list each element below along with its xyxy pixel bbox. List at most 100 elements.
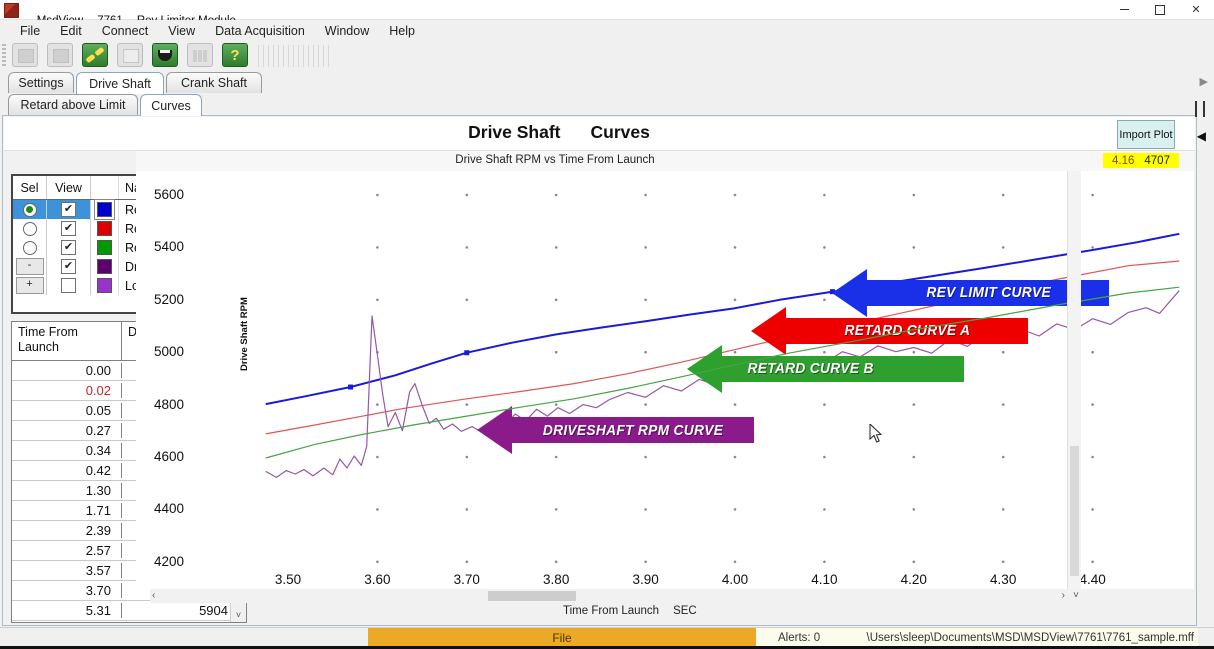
cell-time[interactable]: 3.70 <box>12 583 122 598</box>
menu-edit[interactable]: Edit <box>50 22 92 40</box>
cell-time[interactable]: 0.00 <box>12 363 122 378</box>
help-icon: ? <box>223 44 247 66</box>
menu-view[interactable]: View <box>158 22 205 40</box>
chart-icon <box>13 44 37 66</box>
subtab-curves[interactable]: Curves <box>140 94 202 116</box>
cell-time[interactable]: 2.57 <box>12 543 122 558</box>
checkbox-checked-icon[interactable]: ✔ <box>61 221 76 236</box>
legend-view-cell[interactable]: ✔ <box>47 238 91 257</box>
menu-data-acquisition[interactable]: Data Acquisition <box>205 22 315 40</box>
window-icon <box>118 44 142 66</box>
scroll-right-icon[interactable]: › <box>1062 590 1065 601</box>
legend-view-cell[interactable] <box>47 276 91 295</box>
gauge-button[interactable] <box>152 43 178 67</box>
cell-time[interactable]: 5.31 <box>12 603 122 618</box>
table-row-13[interactable]: 5.315904 <box>12 601 246 621</box>
legend-header-view: View <box>47 176 91 199</box>
curve-retard-curve-b[interactable] <box>266 287 1180 458</box>
cell-time[interactable]: 0.05 <box>12 403 122 418</box>
close-button[interactable]: ✕ <box>1178 0 1214 19</box>
legend-view-cell[interactable]: ✔ <box>47 219 91 238</box>
x-tick-4.30: 4.30 <box>980 572 1026 587</box>
legend-view-cell[interactable]: ✔ <box>47 200 91 219</box>
legend-sel-cell[interactable] <box>13 238 47 257</box>
mouse-cursor <box>869 424 883 444</box>
minimize-icon <box>1120 9 1129 10</box>
tab-settings[interactable]: Settings <box>8 72 74 93</box>
scroll-down-corner-icon[interactable]: ˅ <box>1073 590 1079 601</box>
menu-connect[interactable]: Connect <box>92 22 159 40</box>
v-scrollbar-thumb[interactable] <box>1070 446 1079 576</box>
legend-sel-cell[interactable]: - <box>13 257 47 276</box>
cell-time[interactable]: 0.34 <box>12 443 122 458</box>
legend-color-cell <box>91 238 119 257</box>
cell-rpm[interactable]: 5904 <box>122 603 246 618</box>
scroll-left-icon[interactable]: ‹ <box>152 590 155 601</box>
checkbox-checked-icon[interactable]: ✔ <box>61 202 76 217</box>
legend-sel-cell[interactable] <box>13 200 47 219</box>
panel-splitter-grip[interactable] <box>1195 101 1205 117</box>
toolbar: ? <box>0 41 1214 71</box>
y-tick-5000: 5000 <box>154 344 200 359</box>
grid-icon <box>188 44 212 66</box>
subtab-retard-above-limit[interactable]: Retard above Limit <box>8 94 138 115</box>
menu-help[interactable]: Help <box>379 22 425 40</box>
legend-sel-cell[interactable]: + <box>13 276 47 295</box>
tab-scroll-right-icon[interactable]: ▶ <box>1200 75 1208 88</box>
radio-icon[interactable] <box>23 241 37 255</box>
import-plot-button[interactable]: Import Plot <box>1117 120 1175 149</box>
report-icon <box>48 44 72 66</box>
cell-time[interactable]: 3.57 <box>12 563 122 578</box>
cell-time[interactable]: 1.30 <box>12 483 122 498</box>
toolbar-buttons: ? <box>12 43 248 67</box>
x-tick-4.10: 4.10 <box>801 572 847 587</box>
cursor-readout: 4.16 4707 <box>1103 153 1179 168</box>
menu-file[interactable]: File <box>10 22 50 40</box>
cell-time[interactable]: 0.27 <box>12 423 122 438</box>
scroll-down-icon[interactable]: ˅ <box>231 608 246 622</box>
table-row-14[interactable]: 5.405956 <box>12 621 246 623</box>
curve-color-swatch <box>97 221 112 236</box>
page-title-left: Drive Shaft <box>468 122 560 143</box>
y-tick-4200: 4200 <box>154 554 200 569</box>
checkbox-icon[interactable] <box>61 278 76 293</box>
menu-window[interactable]: Window <box>315 22 379 40</box>
panel-collapse-icon[interactable]: ◀ <box>1197 129 1206 143</box>
title-bar: MsdView7761Rev Limiter Module ✕ <box>0 0 1214 20</box>
cell-time[interactable]: 1.71 <box>12 503 122 518</box>
tab-crank-shaft[interactable]: Crank Shaft <box>166 72 262 93</box>
cell-time[interactable]: 0.02 <box>12 383 122 398</box>
x-tick-3.80: 3.80 <box>533 572 579 587</box>
legend-sel-cell[interactable] <box>13 219 47 238</box>
add-curve-button[interactable]: + <box>16 277 44 294</box>
radio-selected-icon[interactable] <box>23 203 37 217</box>
cell-time[interactable]: 2.39 <box>12 523 122 538</box>
radio-icon[interactable] <box>23 222 37 236</box>
maximize-button[interactable] <box>1142 0 1178 19</box>
tab-drive-shaft[interactable]: Drive Shaft <box>76 72 164 94</box>
y-tick-5200: 5200 <box>154 292 200 307</box>
toolbar-grip[interactable] <box>2 44 6 68</box>
status-right: Alerts: 0 \Users\sleep\Documents\MSD\MSD… <box>756 628 1198 647</box>
checkbox-checked-icon[interactable]: ✔ <box>61 259 76 274</box>
minimize-button[interactable] <box>1106 0 1142 19</box>
y-tick-5400: 5400 <box>154 239 200 254</box>
chart-h-scrollbar[interactable]: ‹ › ˅ <box>150 589 1081 603</box>
report-button <box>47 43 73 67</box>
legend-color-cell <box>91 276 119 295</box>
cell-time[interactable]: 0.42 <box>12 463 122 478</box>
connect-icon <box>83 44 107 66</box>
grid-button <box>187 43 213 67</box>
help-button[interactable]: ? <box>222 43 248 67</box>
chart-v-scrollbar[interactable] <box>1067 171 1081 589</box>
remove-curve-button[interactable]: - <box>16 258 44 275</box>
panel-header: Drive Shaft Curves Import Plot <box>4 117 1195 151</box>
legend-view-cell[interactable]: ✔ <box>47 257 91 276</box>
connect-button[interactable] <box>82 43 108 67</box>
checkbox-checked-icon[interactable]: ✔ <box>61 240 76 255</box>
main-tab-bar: SettingsDrive ShaftCrank Shaft <box>0 71 1214 93</box>
readout-x: 4.16 <box>1112 155 1134 167</box>
x-tick-3.70: 3.70 <box>444 572 490 587</box>
x-axis-label: Time From Launch <box>563 605 659 617</box>
h-scrollbar-thumb[interactable] <box>488 591 576 601</box>
